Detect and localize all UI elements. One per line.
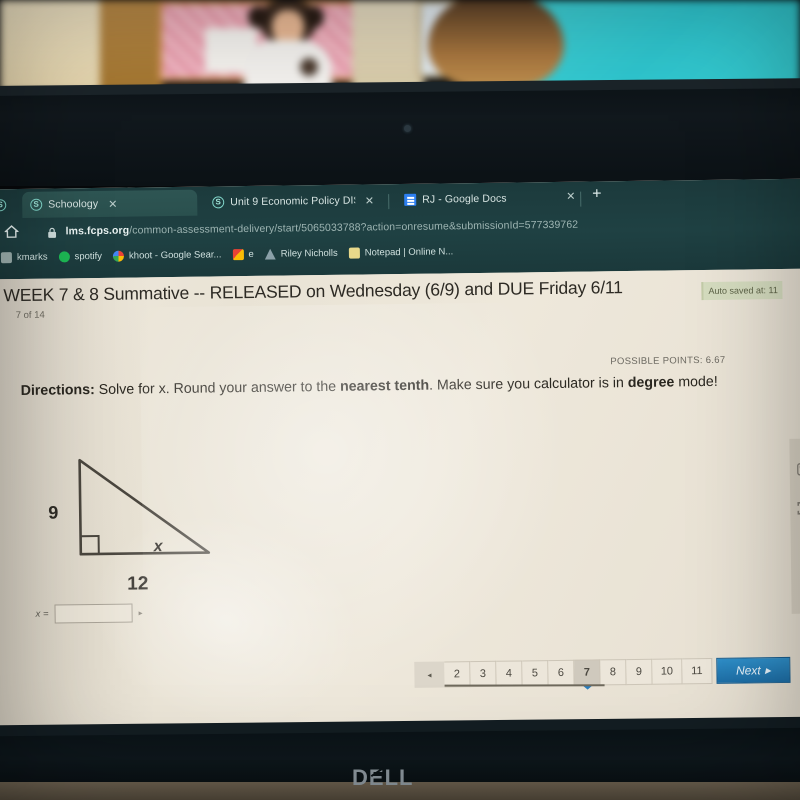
close-icon[interactable]: ✕ bbox=[365, 194, 374, 207]
classroom-background bbox=[0, 0, 800, 92]
door bbox=[100, 0, 162, 92]
pagination-underline bbox=[444, 684, 605, 687]
person-a-hair-right bbox=[304, 6, 324, 28]
tool-rail bbox=[789, 438, 800, 614]
triangle-leg-vertical-label: 9 bbox=[48, 502, 59, 523]
url-path: /common-assessment-delivery/start/506503… bbox=[129, 218, 579, 237]
bookmark-label: kmarks bbox=[16, 251, 48, 264]
notepad-icon bbox=[348, 247, 360, 259]
autosave-badge: Auto saved at: 11 bbox=[701, 280, 783, 301]
bookmark-kahoot-search[interactable]: khoot - Google Sear... bbox=[112, 249, 228, 262]
next-button[interactable]: Next ▸ bbox=[716, 656, 791, 684]
tab-separator bbox=[388, 194, 390, 210]
lock-icon bbox=[48, 225, 57, 238]
gmail-icon bbox=[232, 249, 244, 261]
question-counter: 7 of 14 bbox=[15, 309, 45, 322]
answer-label: x = bbox=[35, 608, 49, 620]
page-button-4[interactable]: 4 bbox=[496, 660, 523, 687]
triangle-figure: 9 12 x bbox=[38, 451, 290, 595]
browser-chrome: S S Schoology ✕ S Unit 9 Economic Policy… bbox=[0, 178, 800, 280]
person-b-hair bbox=[428, 0, 564, 90]
page-title: WEEK 7 & 8 Summative -- RELEASED on Wedn… bbox=[3, 277, 623, 306]
schoology-icon: S bbox=[212, 196, 225, 209]
person-a-face bbox=[272, 10, 304, 44]
home-icon[interactable] bbox=[4, 225, 19, 238]
possible-points: POSSIBLE POINTS: 6.67 bbox=[610, 354, 726, 368]
laptop-top-bezel bbox=[0, 86, 800, 186]
directions-label: Directions: bbox=[20, 382, 95, 399]
tab-schoology[interactable]: S Schoology ✕ bbox=[22, 189, 198, 218]
next-arrow-icon: ▸ bbox=[764, 663, 771, 678]
schoology-icon: S bbox=[30, 198, 43, 211]
answer-caret-icon: ▸ bbox=[138, 608, 143, 618]
directions-bold-2: degree bbox=[627, 374, 675, 392]
next-button-label: Next bbox=[735, 663, 761, 678]
new-tab-button[interactable]: + bbox=[592, 185, 602, 203]
laptop-photo: S S Schoology ✕ S Unit 9 Economic Policy… bbox=[0, 0, 800, 800]
triangle-leg-horizontal-label: 12 bbox=[127, 573, 149, 595]
wall-left bbox=[0, 0, 105, 92]
pagination: ◂ 2 3 4 5 6 7 8 9 10 11 Next ▸ bbox=[414, 656, 791, 688]
schoology-icon: S bbox=[0, 199, 7, 212]
google-icon bbox=[112, 250, 125, 262]
dell-logo-pre: D bbox=[352, 765, 369, 790]
tab-separator bbox=[580, 191, 582, 207]
triangle-svg bbox=[78, 458, 211, 556]
tab-unit9[interactable]: S Unit 9 Economic Policy DISN | S ✕ bbox=[204, 187, 382, 215]
laptop-screen: S S Schoology ✕ S Unit 9 Economic Policy… bbox=[0, 178, 800, 738]
bookmark-label: e bbox=[248, 248, 254, 260]
question-directions: Directions: Solve for x. Round your answ… bbox=[21, 370, 751, 403]
answer-input[interactable] bbox=[54, 603, 133, 624]
bookmark-spotify[interactable]: spotify bbox=[58, 251, 108, 263]
page-button-3[interactable]: 3 bbox=[470, 660, 497, 688]
bookmark-label: Riley Nicholls bbox=[280, 247, 338, 260]
directions-text-3: mode! bbox=[674, 373, 718, 391]
assessment-page: WEEK 7 & 8 Summative -- RELEASED on Wedn… bbox=[0, 268, 800, 738]
url-domain: lms.fcps.org bbox=[65, 224, 130, 237]
dell-logo-post: LL bbox=[384, 765, 414, 790]
bookmark-label: khoot - Google Sear... bbox=[128, 249, 222, 262]
google-drive-icon bbox=[265, 249, 276, 260]
page-button-8[interactable]: 8 bbox=[600, 659, 627, 686]
directions-text-1: Solve for x. Round your answer to the bbox=[94, 378, 341, 399]
dell-logo-e: E bbox=[368, 765, 385, 790]
bookmark-gmail[interactable]: e bbox=[232, 248, 259, 261]
person-a-hand bbox=[300, 58, 318, 76]
google-docs-icon bbox=[404, 193, 417, 206]
person-background-a bbox=[238, 0, 334, 92]
bookmark-kmarks[interactable]: kmarks bbox=[0, 251, 54, 264]
wall-mid bbox=[352, 0, 424, 92]
tab-label: RJ - Google Docs bbox=[422, 192, 507, 206]
bookmark-label: spotify bbox=[74, 250, 103, 263]
dell-logo: DELL bbox=[352, 765, 413, 791]
folder-icon bbox=[0, 252, 13, 264]
tab-google-docs[interactable]: RJ - Google Docs bbox=[396, 185, 556, 213]
page-button-2[interactable]: 2 bbox=[444, 661, 471, 688]
bookmark-riley-nicholls[interactable]: Riley Nicholls bbox=[265, 248, 344, 260]
calculator-icon[interactable] bbox=[796, 463, 800, 476]
page-button-5[interactable]: 5 bbox=[522, 660, 549, 687]
prev-page-button[interactable]: ◂ bbox=[414, 661, 445, 688]
directions-bold-1: nearest tenth bbox=[339, 377, 430, 395]
address-bar-url[interactable]: lms.fcps.org/common-assessment-delivery/… bbox=[66, 218, 579, 237]
page-button-10[interactable]: 10 bbox=[652, 658, 683, 685]
bookmark-notepad[interactable]: Notepad | Online N... bbox=[348, 246, 460, 259]
page-button-11[interactable]: 11 bbox=[682, 657, 713, 685]
person-a-hair-left bbox=[248, 6, 268, 28]
close-icon[interactable]: ✕ bbox=[566, 190, 575, 203]
bookmark-label: Notepad | Online N... bbox=[364, 246, 454, 259]
tab-label: Unit 9 Economic Policy DISN | S bbox=[230, 194, 355, 209]
tab-label: Schoology bbox=[48, 197, 99, 211]
person-foreground-b bbox=[422, 0, 570, 92]
triangle-angle-x-label: x bbox=[153, 538, 163, 556]
webcam-icon bbox=[404, 125, 411, 132]
page-button-9[interactable]: 9 bbox=[626, 658, 653, 686]
spotify-icon bbox=[58, 251, 70, 263]
page-button-6[interactable]: 6 bbox=[548, 659, 575, 687]
answer-row: x = ▸ bbox=[35, 603, 143, 624]
directions-text-2: . Make sure you calculator is in bbox=[429, 375, 628, 394]
tab-partial-left[interactable]: S bbox=[0, 192, 18, 218]
page-button-7[interactable]: 7 bbox=[574, 659, 601, 686]
close-icon[interactable]: ✕ bbox=[108, 197, 117, 210]
